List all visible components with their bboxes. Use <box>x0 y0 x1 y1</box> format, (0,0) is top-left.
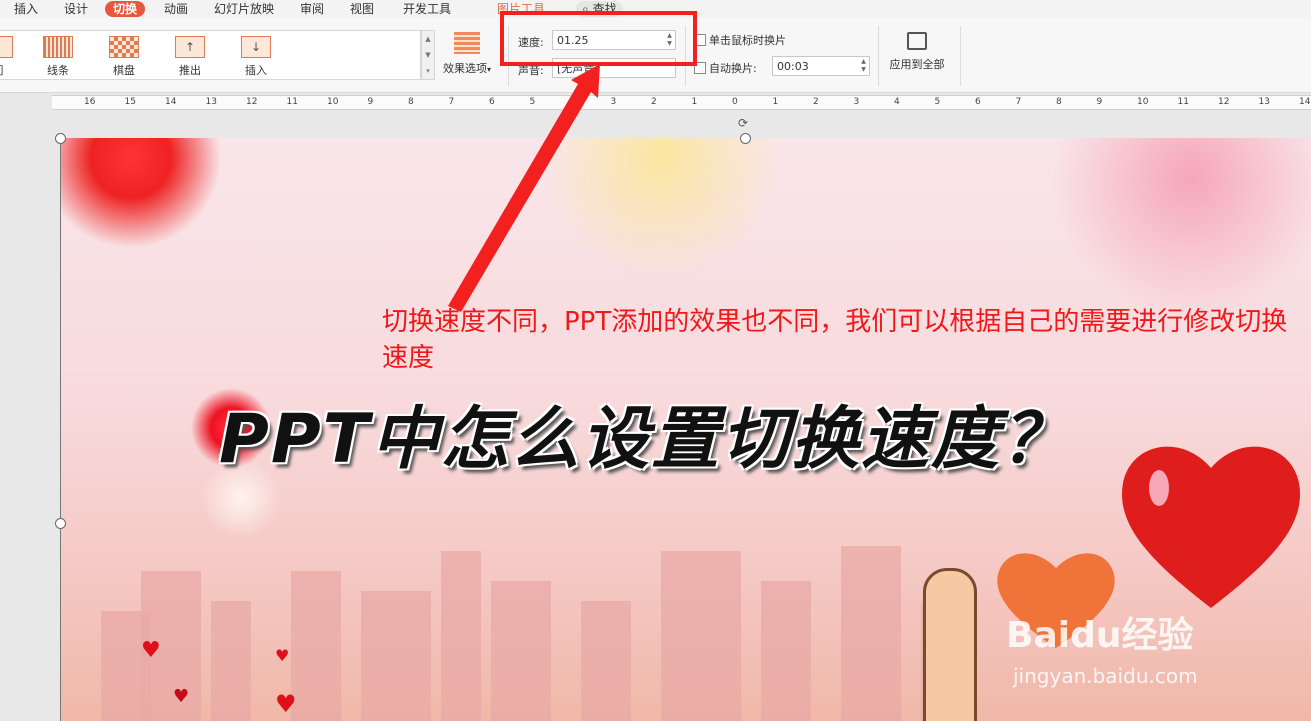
divider <box>878 26 879 86</box>
gallery-item-label: 门 <box>0 64 4 77</box>
effect-options-button[interactable]: 效果选项▾ <box>436 30 498 80</box>
resize-handle[interactable] <box>55 133 66 144</box>
apply-to-all-button[interactable]: 应用到全部 <box>882 30 952 80</box>
horizontal-ruler: 16 15 14 13 12 11 10 9 8 7 6 5 4 3 2 1 0 1 2 3 4 5 6 7 8 9 10 11 12 1… <box>52 95 1311 110</box>
baidu-watermark: Baidu经验 <box>1006 615 1194 656</box>
apply-to-all-label: 应用到全部 <box>889 58 945 71</box>
ruler-tick-label: 15 <box>124 97 136 107</box>
small-heart: ♥ <box>141 638 161 663</box>
baidu-watermark-url: jingyan.baidu.com <box>1013 664 1198 688</box>
insert-down-icon: ↓ <box>241 36 271 58</box>
auto-advance-stepper[interactable]: ▲ ▼ <box>859 58 868 74</box>
ruler-tick-label: 7 <box>1015 97 1022 107</box>
ruler-tick-label: 4 <box>894 97 900 107</box>
ruler-tick-label: 10 <box>327 97 339 107</box>
auto-advance-input[interactable]: 00:03 ▲ ▼ <box>772 56 870 76</box>
ruler-tick-label: 6 <box>975 97 981 107</box>
speed-highlight-box <box>500 11 697 66</box>
ruler-tick-label: 13 <box>1258 97 1270 107</box>
annotation-text: 切换速度不同，PPT添加的效果也不同，我们可以根据自己的需要进行修改切换速度 <box>382 307 1288 373</box>
ruler-tick-label: 9 <box>367 97 374 107</box>
small-heart: ♥ <box>275 690 297 718</box>
ruler-tick-label: 8 <box>408 97 414 107</box>
divider <box>960 26 961 86</box>
gallery-item-label: 棋盘 <box>113 64 135 77</box>
gallery-item-push[interactable]: ↑ 推出 <box>162 33 218 77</box>
gallery-item-label: 插入 <box>245 64 267 77</box>
ruler-tick-label: 2 <box>813 97 819 107</box>
push-up-icon: ↑ <box>175 36 205 58</box>
ruler-tick-label: 16 <box>84 97 96 107</box>
ruler-tick-label: 14 <box>1299 97 1311 107</box>
tab-view[interactable]: 视图 <box>350 1 374 17</box>
ruler-tick-label: 7 <box>448 97 455 107</box>
gallery-scrollbar[interactable]: ▲ ▼ ▾ <box>421 30 435 80</box>
chevron-down-icon: ▾ <box>486 65 491 74</box>
small-heart: ♥ <box>275 646 290 665</box>
ruler-tick-label: 12 <box>246 97 258 107</box>
slide-title[interactable]: PPT中怎么设置切换速度？ <box>219 395 1071 485</box>
ruler-tick-label: 3 <box>853 97 860 107</box>
apply-all-icon <box>907 32 927 50</box>
gallery-item-label: 推出 <box>179 64 201 77</box>
tab-review[interactable]: 审阅 <box>300 1 324 17</box>
small-heart: ♥ <box>173 686 190 707</box>
ruler-tick-label: 5 <box>934 97 941 107</box>
tab-developer[interactable]: 开发工具 <box>403 1 451 17</box>
gallery-item-insert[interactable]: ↓ 插入 <box>228 33 284 77</box>
transition-gallery: 门 线条 棋盘 ↑ 推出 ↓ 插入 <box>0 30 421 80</box>
ruler-tick-label: 6 <box>489 97 495 107</box>
effect-options-icon <box>454 32 480 54</box>
gallery-item-lines[interactable]: 线条 <box>30 33 86 77</box>
tab-insert[interactable]: 插入 <box>14 1 38 17</box>
ruler-tick-label: 5 <box>529 97 536 107</box>
ruler-tick-label: 10 <box>1137 97 1149 107</box>
ruler-tick-label: 11 <box>1177 97 1189 107</box>
tab-animation[interactable]: 动画 <box>164 1 188 17</box>
auto-advance-value: 00:03 <box>777 60 809 73</box>
ruler-tick-label: 0 <box>732 97 738 107</box>
ruler-tick-label: 9 <box>1096 97 1103 107</box>
finger-illustration <box>923 568 977 721</box>
effect-options-label: 效果选项 <box>442 62 487 75</box>
on-click-label: 单击鼠标时换片 <box>709 34 786 47</box>
ruler-tick-label: 13 <box>205 97 217 107</box>
gallery-item-label: 线条 <box>47 64 69 77</box>
ruler-tick-label: 14 <box>165 97 177 107</box>
ruler-tick-label: 12 <box>1218 97 1230 107</box>
gallery-item-checkerboard[interactable]: 棋盘 <box>96 33 152 77</box>
transition-icon <box>0 36 13 58</box>
ruler-tick-label: 4 <box>570 97 576 107</box>
red-heart-balloon <box>1111 428 1311 613</box>
tab-design[interactable]: 设计 <box>64 1 88 17</box>
auto-advance-label: 自动换片: <box>709 62 757 75</box>
checkerboard-icon <box>109 36 139 58</box>
gallery-item-partial[interactable]: 门 <box>0 33 26 77</box>
ruler-tick-label: 11 <box>286 97 298 107</box>
slide-canvas[interactable]: ♥ ♥ ♥ ♥ PPT中怎么设置切换速度？ Baidu经验 jingyan.ba… <box>60 138 1311 721</box>
ruler-tick-label: 8 <box>1056 97 1062 107</box>
ruler-tick-label: 3 <box>610 97 617 107</box>
tab-slideshow[interactable]: 幻灯片放映 <box>214 1 274 17</box>
resize-handle[interactable] <box>55 518 66 529</box>
rotate-handle-icon[interactable]: ⟳ <box>738 116 748 130</box>
ruler-tick-label: 2 <box>651 97 657 107</box>
lines-icon <box>43 36 73 58</box>
resize-handle[interactable] <box>740 133 751 144</box>
ruler-tick-label: 1 <box>772 97 779 107</box>
ruler-tick-label: 1 <box>691 97 698 107</box>
tab-transitions[interactable]: 切换 <box>105 1 146 17</box>
